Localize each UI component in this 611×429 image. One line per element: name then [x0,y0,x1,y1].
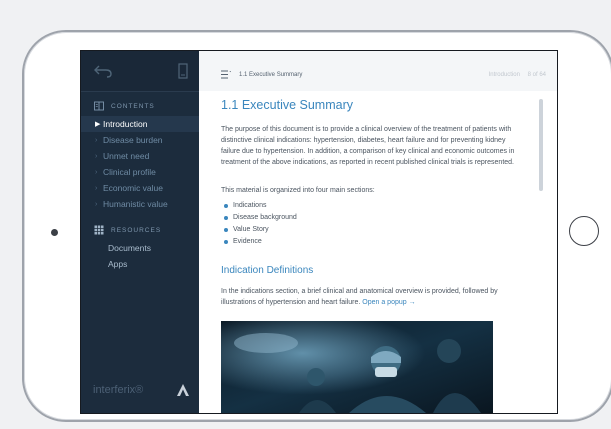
toolbar-title: 1.1 Executive Summary [239,72,303,78]
page-number: 8 of 64 [527,72,546,78]
organization-paragraph: This material is organized into four mai… [221,187,375,194]
chevron-right-icon: › [95,200,98,208]
nav-item-label: Disease burden [103,135,163,145]
chevron-right-icon: › [95,152,98,160]
document-toolbar: 1.1 Executive Summary Introduction 8 of … [199,51,557,91]
indications-text: In the indications section, a brief clin… [221,288,498,306]
home-button[interactable] [569,216,599,246]
nav-item-disease-burden[interactable]: › Disease burden [81,132,199,148]
page-indicator: Introduction 8 of 64 [483,72,546,78]
nav-item-clinical-profile[interactable]: › Clinical profile [81,164,199,180]
contents-heading: CONTENTS [94,101,155,111]
nav-item-label: Introduction [103,119,148,129]
chevron-right-icon: › [95,168,98,176]
resource-apps[interactable]: Apps [108,259,127,269]
grid-icon [94,225,104,235]
book-icon [94,101,104,111]
intro-paragraph: The purpose of this document is to provi… [221,126,515,166]
nav-item-unmet-need[interactable]: › Unmet need [81,148,199,164]
section-heading: Indication Definitions [221,265,314,276]
list-item: Disease background [221,212,297,224]
chevron-right-icon: › [95,136,98,144]
scrollbar[interactable] [539,99,543,191]
chevron-right-icon: ▶ [95,121,101,128]
section-list: Indications Disease background Value Sto… [221,200,297,248]
bookmark-icon[interactable] [178,63,188,79]
surgery-photo [221,321,493,413]
sidebar: CONTENTS ▶ Introduction › Disease burden… [81,51,199,413]
resources-heading-label: RESOURCES [111,226,162,234]
nav-item-label: Clinical profile [103,167,156,177]
camera-lens [51,229,58,236]
logo-a-icon [177,384,189,396]
sidebar-toolbar [81,51,199,92]
brand-name: interferix® [93,384,144,396]
section-name: Introduction [488,72,520,78]
app-screen: CONTENTS ▶ Introduction › Disease burden… [80,50,558,414]
list-item: Value Story [221,224,297,236]
chevron-right-icon: › [95,184,98,192]
indications-paragraph: In the indications section, a brief clin… [221,286,526,308]
resources-heading: RESOURCES [94,225,161,235]
main-content: 1.1 Executive Summary Introduction 8 of … [199,51,557,413]
contents-heading-label: CONTENTS [111,102,155,110]
nav-item-label: Unmet need [103,151,150,161]
page-title: 1.1 Executive Summary [221,98,353,112]
list-item: Indications [221,200,297,212]
open-popup-link[interactable]: Open a popup → [362,299,415,306]
list-item: Evidence [221,236,297,248]
list-icon[interactable] [221,70,232,79]
nav-item-introduction[interactable]: ▶ Introduction [81,116,199,132]
nav-item-humanistic-value[interactable]: › Humanistic value [81,196,199,212]
back-arrow-icon[interactable] [93,64,113,78]
nav-item-label: Economic value [103,183,164,193]
nav-item-economic-value[interactable]: › Economic value [81,180,199,196]
nav-item-label: Humanistic value [103,199,168,209]
resource-documents[interactable]: Documents [108,243,151,253]
